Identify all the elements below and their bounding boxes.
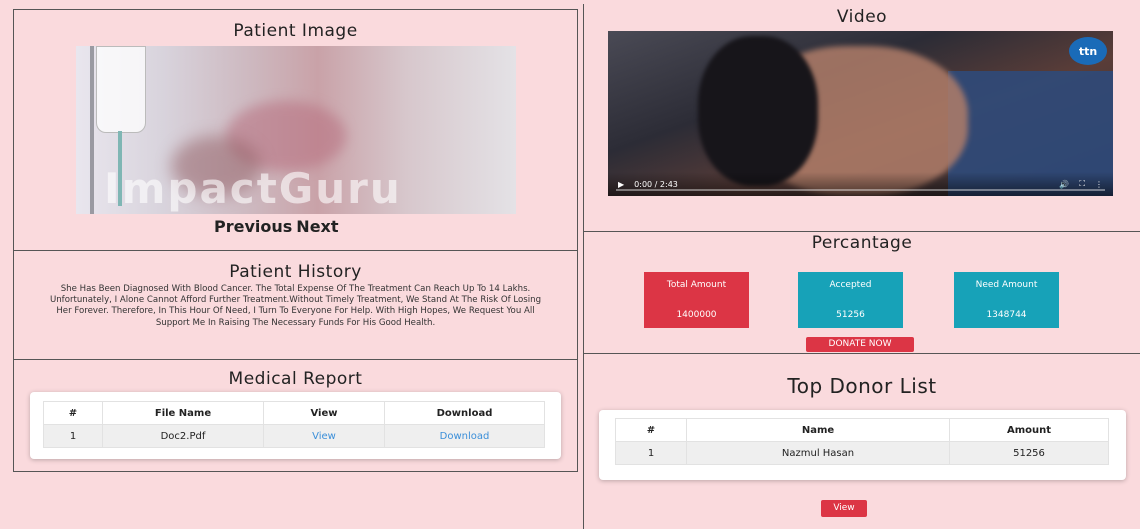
- col-header-name: Name: [686, 418, 950, 442]
- medical-report-title: Medical Report: [228, 369, 363, 389]
- donate-now-button[interactable]: DONATE NOW: [806, 337, 914, 352]
- donor-table: # Name Amount 1 Nazmul Hasan 51256: [615, 418, 1109, 465]
- fullscreen-icon[interactable]: ⛶: [1079, 179, 1085, 189]
- channel-logo: ttn: [1069, 37, 1107, 65]
- top-donor-title: Top Donor List: [787, 374, 937, 398]
- percentage-title: Percantage: [811, 233, 913, 253]
- stat-need-amount: Need Amount 1348744: [954, 272, 1059, 328]
- video-time: 0:00 / 2:43: [634, 179, 678, 189]
- donor-card: # Name Amount 1 Nazmul Hasan 51256: [599, 410, 1126, 480]
- patient-history-title: Patient History: [229, 262, 362, 282]
- video-progress-bar[interactable]: [616, 189, 1105, 191]
- table-row: 1 Nazmul Hasan 51256: [615, 441, 1109, 465]
- video-controls: ▶ 0:00 / 2:43 🔊 ⛶ ⋮: [608, 172, 1113, 196]
- row-file-name: Doc2.Pdf: [102, 424, 264, 448]
- stat-label: Total Amount: [666, 280, 727, 290]
- percentage-section: Percantage Total Amount 1400000 Accepted…: [583, 231, 1140, 354]
- stat-accepted: Accepted 51256: [798, 272, 903, 328]
- row-donor-name: Nazmul Hasan: [686, 441, 950, 465]
- medical-report-section: Medical Report # File Name View Download…: [13, 359, 578, 472]
- patient-history-text: She Has Been Diagnosed With Blood Cancer…: [49, 284, 542, 328]
- col-header-view: View: [263, 401, 385, 425]
- video-section: Video ttn ▶ 0:00 / 2:43 🔊 ⛶ ⋮: [583, 4, 1140, 232]
- download-link[interactable]: Download: [384, 424, 545, 448]
- col-header-num: #: [43, 401, 103, 425]
- col-header-file: File Name: [102, 401, 264, 425]
- medical-report-table: # File Name View Download 1 Doc2.Pdf Vie…: [43, 401, 545, 448]
- next-button[interactable]: Next: [296, 217, 338, 236]
- iv-pole-shape: [90, 46, 94, 214]
- more-vert-icon[interactable]: ⋮: [1095, 180, 1103, 189]
- patient-image-title: Patient Image: [233, 21, 358, 41]
- patient-photo: ImpactGuru: [76, 46, 516, 214]
- view-link[interactable]: View: [263, 424, 385, 448]
- video-title: Video: [836, 7, 888, 27]
- col-header-amount: Amount: [949, 418, 1109, 442]
- stat-value: 1348744: [986, 310, 1027, 320]
- view-donors-button[interactable]: View: [821, 500, 867, 517]
- volume-icon[interactable]: 🔊: [1059, 180, 1069, 189]
- carousel-nav: Previous Next: [214, 217, 343, 236]
- patient-image-section: Patient Image ImpactGuru Previous Next: [13, 9, 578, 251]
- stat-value: 1400000: [676, 310, 717, 320]
- video-frame-shape: [698, 36, 818, 186]
- stat-label: Need Amount: [975, 280, 1038, 290]
- iv-bag-shape: [96, 46, 146, 133]
- table-row: 1 Doc2.Pdf View Download: [43, 424, 545, 448]
- previous-button[interactable]: Previous: [214, 217, 292, 236]
- stat-value: 51256: [836, 310, 865, 320]
- row-num: 1: [43, 424, 103, 448]
- col-header-download: Download: [384, 401, 545, 425]
- video-player[interactable]: ttn ▶ 0:00 / 2:43 🔊 ⛶ ⋮: [608, 31, 1113, 196]
- row-num: 1: [615, 441, 687, 465]
- patient-history-section: Patient History She Has Been Diagnosed W…: [13, 250, 578, 360]
- col-header-num: #: [615, 418, 687, 442]
- play-icon[interactable]: ▶: [618, 180, 624, 189]
- stat-label: Accepted: [829, 280, 872, 290]
- top-donor-section: Top Donor List # Name Amount 1 Nazmul Ha…: [583, 353, 1140, 529]
- watermark-logo: ImpactGuru: [104, 164, 402, 213]
- medical-report-card: # File Name View Download 1 Doc2.Pdf Vie…: [30, 392, 561, 459]
- stat-total-amount: Total Amount 1400000: [644, 272, 749, 328]
- row-amount: 51256: [949, 441, 1109, 465]
